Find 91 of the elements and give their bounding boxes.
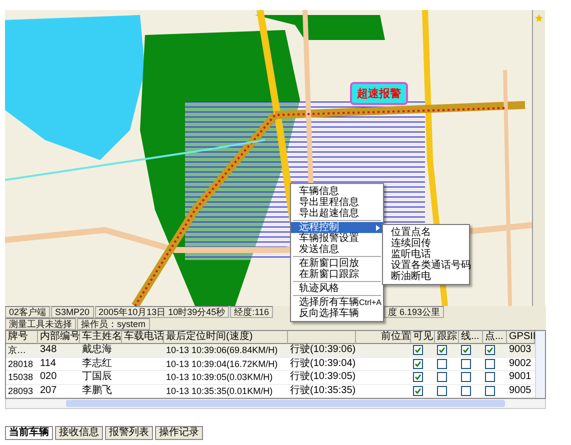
status-text: 度 6.193公里 [384, 306, 444, 318]
menu-item[interactable]: 在新窗口跟踪 [291, 269, 383, 280]
table-cell: 9005 [507, 384, 535, 398]
column-header[interactable]: 车载电话 [122, 331, 164, 344]
column-header[interactable]: 内部编号 [38, 331, 80, 344]
menu-item[interactable]: 设置各类通话号码 [383, 260, 469, 271]
menu-item[interactable]: 导出超速信息 [291, 208, 383, 219]
menu-item[interactable]: 位置点名 [383, 227, 469, 238]
check-icon [415, 388, 421, 394]
column-header[interactable] [288, 331, 356, 344]
checkbox[interactable] [437, 386, 447, 396]
menu-item[interactable]: 在新窗口回放 [291, 258, 383, 269]
table-cell: 9003 [507, 344, 535, 358]
checkbox[interactable] [437, 372, 447, 382]
table-cell: 10-13 10:39:06(69.84KM/H) [164, 344, 288, 358]
menu-item[interactable]: 车辆报警设置 [291, 233, 383, 244]
status-text: 操作员：system [77, 318, 150, 330]
checkbox[interactable] [461, 358, 471, 369]
checkbox[interactable] [485, 386, 495, 396]
table-cell: 行驶(10:39:05) [288, 371, 356, 384]
table-cell: 李鹏飞 [80, 384, 122, 398]
check-icon [415, 374, 421, 380]
star-icon [535, 14, 543, 22]
column-header[interactable]: 可见 [411, 331, 435, 344]
column-header[interactable]: 线... [459, 331, 483, 344]
checkbox[interactable] [485, 345, 495, 356]
check-icon [415, 360, 421, 367]
checkbox[interactable] [461, 372, 471, 382]
menu-item[interactable]: 断油断电 [383, 271, 469, 282]
table-cell: 行驶(10:39:04) [288, 358, 356, 371]
tab[interactable]: 当前车辆 [5, 426, 53, 440]
table-cell: 10-13 10:35:35(0.01KM/H) [164, 384, 288, 398]
table-cell: 行驶(10:35:35) [288, 384, 356, 398]
table-cell: 28018 [6, 358, 38, 371]
column-header[interactable]: 牌号 [6, 331, 38, 344]
table-cell: 207 [38, 384, 80, 398]
menu-item[interactable]: 车辆信息 [291, 186, 383, 197]
status-text: 经度:116 [230, 306, 273, 318]
status-text: 02客户端 [5, 306, 50, 318]
check-icon [487, 347, 493, 354]
checkbox[interactable] [413, 372, 423, 382]
checkbox[interactable] [485, 358, 495, 369]
tab[interactable]: 接收信息 [55, 426, 103, 440]
column-header[interactable]: 最后定位时间(速度) [164, 331, 288, 344]
checkbox[interactable] [413, 386, 423, 396]
menu-item[interactable]: 轨迹风格 [291, 283, 383, 294]
vertical-scrollbar[interactable] [535, 331, 545, 398]
checkbox[interactable] [437, 345, 447, 356]
table-cell: 114 [38, 358, 80, 371]
table-cell: 28093 [6, 384, 38, 398]
table-cell: 348 [38, 344, 80, 358]
menu-item[interactable]: 反向选择车辆 [291, 308, 383, 319]
column-header[interactable]: 车主姓名 [80, 331, 122, 344]
alarm-callout: 超速报警 [350, 82, 408, 105]
map-view[interactable] [5, 10, 532, 306]
tab[interactable]: 操作记录 [155, 426, 203, 440]
horizontal-scrollbar[interactable] [5, 399, 546, 409]
table-cell: 戴忠海 [80, 344, 122, 358]
check-icon [415, 347, 421, 354]
column-header[interactable]: GPSII [507, 331, 535, 344]
menu-item[interactable]: 导出里程信息 [291, 197, 383, 208]
status-text: 测量工具未选择 [5, 318, 76, 330]
checkbox[interactable] [461, 386, 471, 396]
check-icon [463, 347, 469, 354]
checkbox[interactable] [413, 358, 423, 369]
check-icon [439, 347, 445, 354]
menu-item[interactable]: 连续回传 [383, 238, 469, 249]
table-cell: 9002 [507, 358, 535, 371]
column-header[interactable]: 点... [483, 331, 507, 344]
table-cell: 行驶(10:39:06) [288, 344, 356, 358]
column-header[interactable]: 前位置 [356, 331, 411, 344]
checkbox[interactable] [413, 345, 423, 356]
table-cell: 020 [38, 371, 80, 384]
menu-item[interactable]: 监听电话 [383, 249, 469, 260]
checkbox[interactable] [485, 372, 495, 382]
status-text: 2005年10月13日 10时39分45秒 [94, 306, 230, 318]
table-cell: 9001 [507, 371, 535, 384]
menu-item[interactable]: 发送信息 [291, 244, 383, 255]
checkbox[interactable] [437, 358, 447, 369]
table-cell: 丁国辰 [80, 371, 122, 384]
table-cell: 15038 [6, 371, 38, 384]
menu-item[interactable]: 选择所有车辆Ctrl+A [291, 297, 383, 308]
checkbox[interactable] [461, 345, 471, 356]
table-cell: 京… [6, 344, 38, 358]
tab[interactable]: 报警列表 [105, 426, 153, 440]
status-text: S3MP20 [51, 306, 94, 318]
table-cell: 10-13 10:39:04(16.72KM/H) [164, 358, 288, 371]
menu-item[interactable]: 远程控制 [291, 222, 383, 233]
table-cell: 10-13 10:39:05(0.03KM/H) [164, 371, 288, 384]
table-cell: 李志红 [80, 358, 122, 371]
column-header[interactable]: 跟踪 [435, 331, 459, 344]
